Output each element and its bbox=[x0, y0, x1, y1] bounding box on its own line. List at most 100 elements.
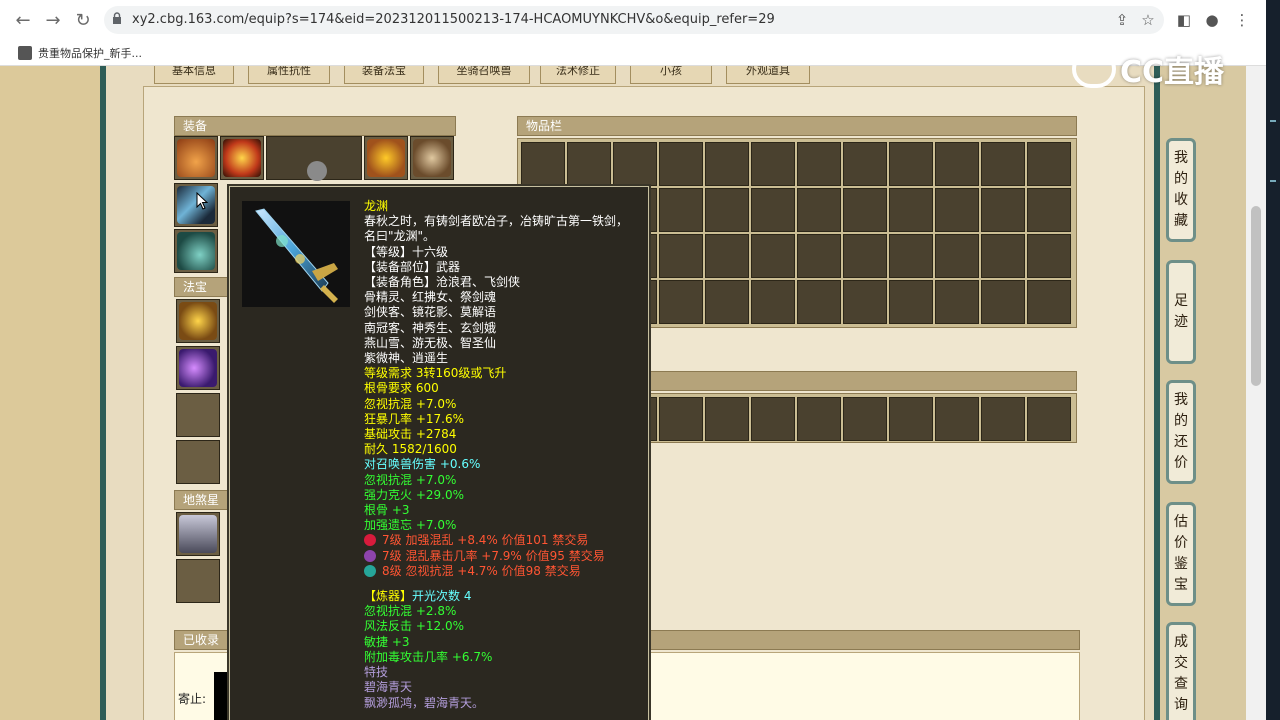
lock-icon bbox=[113, 12, 121, 24]
mouse-cursor-icon bbox=[196, 192, 208, 210]
inventory-slot[interactable] bbox=[889, 188, 933, 232]
fabao-slot-1[interactable] bbox=[176, 299, 220, 343]
nav-char: 宝 bbox=[1174, 577, 1188, 593]
inventory-slot[interactable] bbox=[659, 188, 703, 232]
inventory-slot[interactable] bbox=[889, 234, 933, 278]
inventory-slot[interactable] bbox=[705, 234, 749, 278]
inventory-slot[interactable] bbox=[981, 397, 1025, 441]
inventory-slot[interactable] bbox=[659, 142, 703, 186]
bookmark-item[interactable]: 贵重物品保护_新手... bbox=[38, 45, 142, 61]
equip-slot-shoes[interactable] bbox=[174, 229, 218, 273]
item-base-attr: 忽视抗混 +7.0% bbox=[364, 396, 457, 411]
inventory-slot[interactable] bbox=[1027, 397, 1071, 441]
tab-basic-info[interactable]: 基本信息 bbox=[154, 66, 234, 84]
inventory-slot[interactable] bbox=[889, 280, 933, 324]
refine-label: 【炼器】 bbox=[364, 589, 413, 604]
tab-spell-fix[interactable]: 法术修正 bbox=[540, 66, 616, 84]
equip-slot-skull[interactable] bbox=[410, 136, 454, 180]
inventory-slot[interactable] bbox=[751, 188, 795, 232]
nav-my-bargain[interactable]: 我 的 还 价 bbox=[1166, 380, 1196, 484]
inventory-slot[interactable] bbox=[843, 234, 887, 278]
nav-char: 成 bbox=[1174, 634, 1188, 650]
tab-appearance[interactable]: 外观道具 bbox=[726, 66, 810, 84]
inventory-slot[interactable] bbox=[1027, 234, 1071, 278]
inventory-slot[interactable] bbox=[797, 142, 841, 186]
sidebar-icon[interactable]: ◧ bbox=[1174, 10, 1194, 30]
nav-char: 的 bbox=[1174, 171, 1188, 187]
inventory-slot[interactable] bbox=[659, 234, 703, 278]
nav-my-favorites[interactable]: 我 的 收 藏 bbox=[1166, 138, 1196, 242]
inventory-slot[interactable] bbox=[1027, 142, 1071, 186]
inventory-slot[interactable] bbox=[935, 142, 979, 186]
nav-valuation[interactable]: 估 价 鉴 宝 bbox=[1166, 502, 1196, 606]
inventory-slot[interactable] bbox=[981, 142, 1025, 186]
inventory-slot[interactable] bbox=[843, 280, 887, 324]
inventory-slot[interactable] bbox=[981, 280, 1025, 324]
equip-slot-wings[interactable] bbox=[266, 136, 362, 181]
nav-deal-query[interactable]: 成 交 查 询 bbox=[1166, 622, 1196, 720]
inventory-slot[interactable] bbox=[705, 397, 749, 441]
inventory-slot[interactable] bbox=[751, 234, 795, 278]
inventory-slot[interactable] bbox=[843, 397, 887, 441]
inventory-slot[interactable] bbox=[935, 188, 979, 232]
watermark-text: CC直播 bbox=[1120, 55, 1225, 90]
item-extra-attr: 忽视抗混 +7.0% bbox=[364, 472, 457, 487]
inventory-slot[interactable] bbox=[521, 142, 565, 186]
inventory-slot[interactable] bbox=[797, 234, 841, 278]
inventory-slot[interactable] bbox=[659, 397, 703, 441]
inventory-slot[interactable] bbox=[705, 142, 749, 186]
page-scrollbar[interactable] bbox=[1246, 66, 1266, 720]
reload-icon[interactable]: ↻ bbox=[68, 5, 98, 35]
inventory-slot[interactable] bbox=[751, 142, 795, 186]
inventory-slot[interactable] bbox=[843, 188, 887, 232]
inventory-slot[interactable] bbox=[935, 234, 979, 278]
inventory-slot[interactable] bbox=[613, 142, 657, 186]
helmet-item-icon bbox=[177, 139, 215, 177]
inventory-slot[interactable] bbox=[889, 142, 933, 186]
dishaxing-slot-1[interactable] bbox=[176, 512, 220, 556]
inventory-slot[interactable] bbox=[797, 188, 841, 232]
inventory-slot[interactable] bbox=[843, 142, 887, 186]
fabao-slot-2[interactable] bbox=[176, 346, 220, 390]
shoes-item-icon bbox=[177, 232, 215, 270]
tab-mount-summon[interactable]: 坐骑召唤兽 bbox=[438, 66, 530, 84]
item-level: 【等级】十六级 bbox=[364, 244, 449, 259]
inventory-slot[interactable] bbox=[797, 280, 841, 324]
menu-icon[interactable]: ⋮ bbox=[1232, 10, 1252, 30]
share-icon[interactable]: ⇪ bbox=[1112, 10, 1132, 30]
profile-icon[interactable]: ● bbox=[1202, 10, 1222, 30]
inventory-slot[interactable] bbox=[935, 280, 979, 324]
nav-char: 还 bbox=[1174, 434, 1188, 450]
inventory-slot[interactable] bbox=[567, 142, 611, 186]
special-label: 特技 bbox=[364, 665, 389, 680]
inventory-slot[interactable] bbox=[797, 397, 841, 441]
tab-equip-fabao[interactable]: 装备法宝 bbox=[344, 66, 424, 84]
inventory-slot[interactable] bbox=[705, 188, 749, 232]
nav-footprint[interactable]: 足 迹 bbox=[1166, 260, 1196, 364]
scrollbar-thumb[interactable] bbox=[1251, 206, 1261, 386]
back-arrow-icon[interactable]: ← bbox=[8, 5, 38, 35]
inventory-slot[interactable] bbox=[981, 234, 1025, 278]
item-base-attr: 基础攻击 +2784 bbox=[364, 427, 457, 442]
inventory-slot[interactable] bbox=[705, 280, 749, 324]
inventory-slot[interactable] bbox=[659, 280, 703, 324]
equip-slot-mask[interactable] bbox=[364, 136, 408, 180]
forward-arrow-icon[interactable]: → bbox=[38, 5, 68, 35]
tab-attr-resist[interactable]: 属性抗性 bbox=[248, 66, 330, 84]
equip-slot-necklace[interactable] bbox=[220, 136, 264, 180]
equip-slot-helmet[interactable] bbox=[174, 136, 218, 180]
inventory-slot[interactable] bbox=[1027, 188, 1071, 232]
inventory-slot[interactable] bbox=[981, 188, 1025, 232]
inventory-slot[interactable] bbox=[889, 397, 933, 441]
fabao-slot-4[interactable] bbox=[176, 440, 220, 484]
cc-live-watermark: CC直播 bbox=[1072, 50, 1225, 90]
dishaxing-slot-2[interactable] bbox=[176, 559, 220, 603]
address-bar[interactable]: xy2.cbg.163.com/equip?s=174&eid=20231201… bbox=[104, 6, 1164, 34]
inventory-slot[interactable] bbox=[1027, 280, 1071, 324]
inventory-slot[interactable] bbox=[751, 280, 795, 324]
inventory-slot[interactable] bbox=[935, 397, 979, 441]
tab-child[interactable]: 小孩 bbox=[630, 66, 712, 84]
star-icon[interactable]: ☆ bbox=[1138, 10, 1158, 30]
fabao-slot-3[interactable] bbox=[176, 393, 220, 437]
inventory-slot[interactable] bbox=[751, 397, 795, 441]
